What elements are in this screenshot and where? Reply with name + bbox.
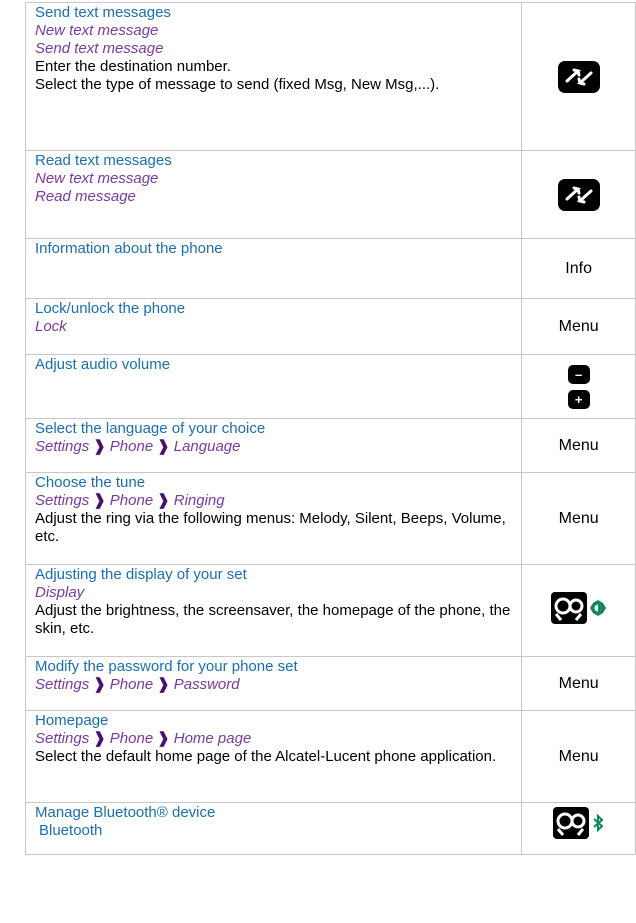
row-text: Select the language of your choice Setti… xyxy=(24,418,523,473)
breadcrumb-item: Phone xyxy=(109,438,154,455)
row-key: – + xyxy=(521,354,636,419)
table-row: Send text messages New text message Send… xyxy=(24,2,636,151)
row-key-label: Menu xyxy=(521,298,636,355)
row-title: Information about the phone xyxy=(35,240,223,257)
row-title: Manage Bluetooth® device xyxy=(35,804,216,821)
row-description: Adjust the brightness, the screensaver, … xyxy=(35,602,511,637)
table-row: Adjusting the display of your set Displa… xyxy=(24,564,636,657)
row-title: Lock/unlock the phone xyxy=(35,300,186,317)
row-key xyxy=(521,802,636,855)
breadcrumb-item: Phone xyxy=(109,676,154,693)
row-title: Select the language of your choice xyxy=(35,420,266,437)
table-row: Adjust audio volume – + xyxy=(24,354,636,419)
breadcrumb-item: Settings xyxy=(35,492,90,509)
breadcrumb-separator: ❱ xyxy=(93,492,106,509)
breadcrumb: Settings ❱ Phone ❱ Ringing xyxy=(35,492,521,510)
brightness-icon xyxy=(590,600,607,616)
breadcrumb-separator: ❱ xyxy=(93,676,106,693)
menu-path: Send text message xyxy=(35,40,164,57)
table-row: Read text messages New text message Read… xyxy=(24,150,636,239)
row-description: Enter the destination number. xyxy=(35,58,231,75)
breadcrumb-item: Language xyxy=(173,438,241,455)
row-text: Information about the phone xyxy=(24,238,523,299)
breadcrumb-item: Settings xyxy=(35,730,90,747)
row-description: Select the default home page of the Alca… xyxy=(35,748,497,765)
menu-path: Lock xyxy=(35,318,67,335)
table-row: Select the language of your choice Setti… xyxy=(24,418,636,473)
row-title: Send text messages xyxy=(35,4,171,21)
table-row: Manage Bluetooth® device Bluetooth xyxy=(24,802,636,855)
row-subtitle: Bluetooth xyxy=(39,822,103,839)
menu-path: New text message xyxy=(35,170,159,187)
menu-path: New text message xyxy=(35,22,159,39)
breadcrumb-item: Phone xyxy=(109,492,154,509)
row-key xyxy=(521,2,636,151)
row-key xyxy=(521,150,636,239)
breadcrumb-separator: ❱ xyxy=(157,676,170,693)
row-text: Read text messages New text message Read… xyxy=(24,150,523,239)
bluetooth-icon xyxy=(593,814,604,832)
row-title: Modify the password for your phone set xyxy=(35,658,298,675)
row-key-label: Menu xyxy=(521,710,636,803)
table-row: Information about the phone Info xyxy=(24,238,636,299)
breadcrumb-separator: ❱ xyxy=(93,438,106,455)
row-text: Manage Bluetooth® device Bluetooth xyxy=(24,802,523,855)
settings-gears-icon[interactable] xyxy=(551,592,588,624)
row-title: Adjusting the display of your set xyxy=(35,566,247,583)
table-row: Choose the tune Settings ❱ Phone ❱ Ringing A… xyxy=(24,472,636,565)
breadcrumb-item: Settings xyxy=(35,676,90,693)
breadcrumb-separator: ❱ xyxy=(157,492,170,509)
plus-key-icon[interactable]: + xyxy=(567,389,590,409)
row-key-label: Menu xyxy=(521,656,636,711)
row-description: Select the type of message to send (fixe… xyxy=(35,76,440,93)
row-key-label: Menu xyxy=(521,418,636,473)
table-row: Modify the password for your phone set S… xyxy=(24,656,636,711)
row-title: Read text messages xyxy=(35,152,172,169)
row-text: Send text messages New text message Send… xyxy=(24,2,523,151)
row-text: Adjust audio volume xyxy=(24,354,523,419)
row-text: Adjusting the display of your set Displa… xyxy=(24,564,523,657)
breadcrumb-separator: ❱ xyxy=(93,730,106,747)
message-key-icon[interactable] xyxy=(557,178,600,211)
table-row: Lock/unlock the phone Lock Menu xyxy=(24,298,636,355)
row-text: Modify the password for your phone set S… xyxy=(24,656,523,711)
row-key-label: Menu xyxy=(521,472,636,565)
settings-gears-icon[interactable] xyxy=(553,807,590,839)
feature-table: Send text messages New text message Send… xyxy=(24,2,636,855)
menu-path: Read message xyxy=(35,188,136,205)
row-title: Choose the tune xyxy=(35,474,146,491)
row-key xyxy=(521,564,636,657)
row-title: Homepage xyxy=(35,712,109,729)
row-key-label: Info xyxy=(521,238,636,299)
breadcrumb-item: Settings xyxy=(35,438,90,455)
breadcrumb-separator: ❱ xyxy=(157,438,170,455)
table-row: Homepage Settings ❱ Phone ❱ Home page Select… xyxy=(24,710,636,803)
breadcrumb-item: Home page xyxy=(173,730,252,747)
breadcrumb-item: Phone xyxy=(109,730,154,747)
breadcrumb: Settings ❱ Phone ❱ Password xyxy=(35,676,521,694)
breadcrumb-separator: ❱ xyxy=(157,730,170,747)
menu-path: Display xyxy=(35,584,85,601)
breadcrumb: Settings ❱ Phone ❱ Home page xyxy=(35,730,521,748)
row-text: Choose the tune Settings ❱ Phone ❱ Ringing A… xyxy=(24,472,523,565)
message-key-icon[interactable] xyxy=(557,60,600,93)
row-description: Adjust the ring via the following menus:… xyxy=(35,510,506,545)
breadcrumb: Settings ❱ Phone ❱ Language xyxy=(35,438,521,456)
minus-key-icon[interactable]: – xyxy=(567,364,590,384)
breadcrumb-item: Ringing xyxy=(173,492,225,509)
breadcrumb-item: Password xyxy=(173,676,240,693)
row-title: Adjust audio volume xyxy=(35,356,171,373)
row-text: Lock/unlock the phone Lock xyxy=(24,298,523,355)
row-text: Homepage Settings ❱ Phone ❱ Home page Select… xyxy=(24,710,523,803)
